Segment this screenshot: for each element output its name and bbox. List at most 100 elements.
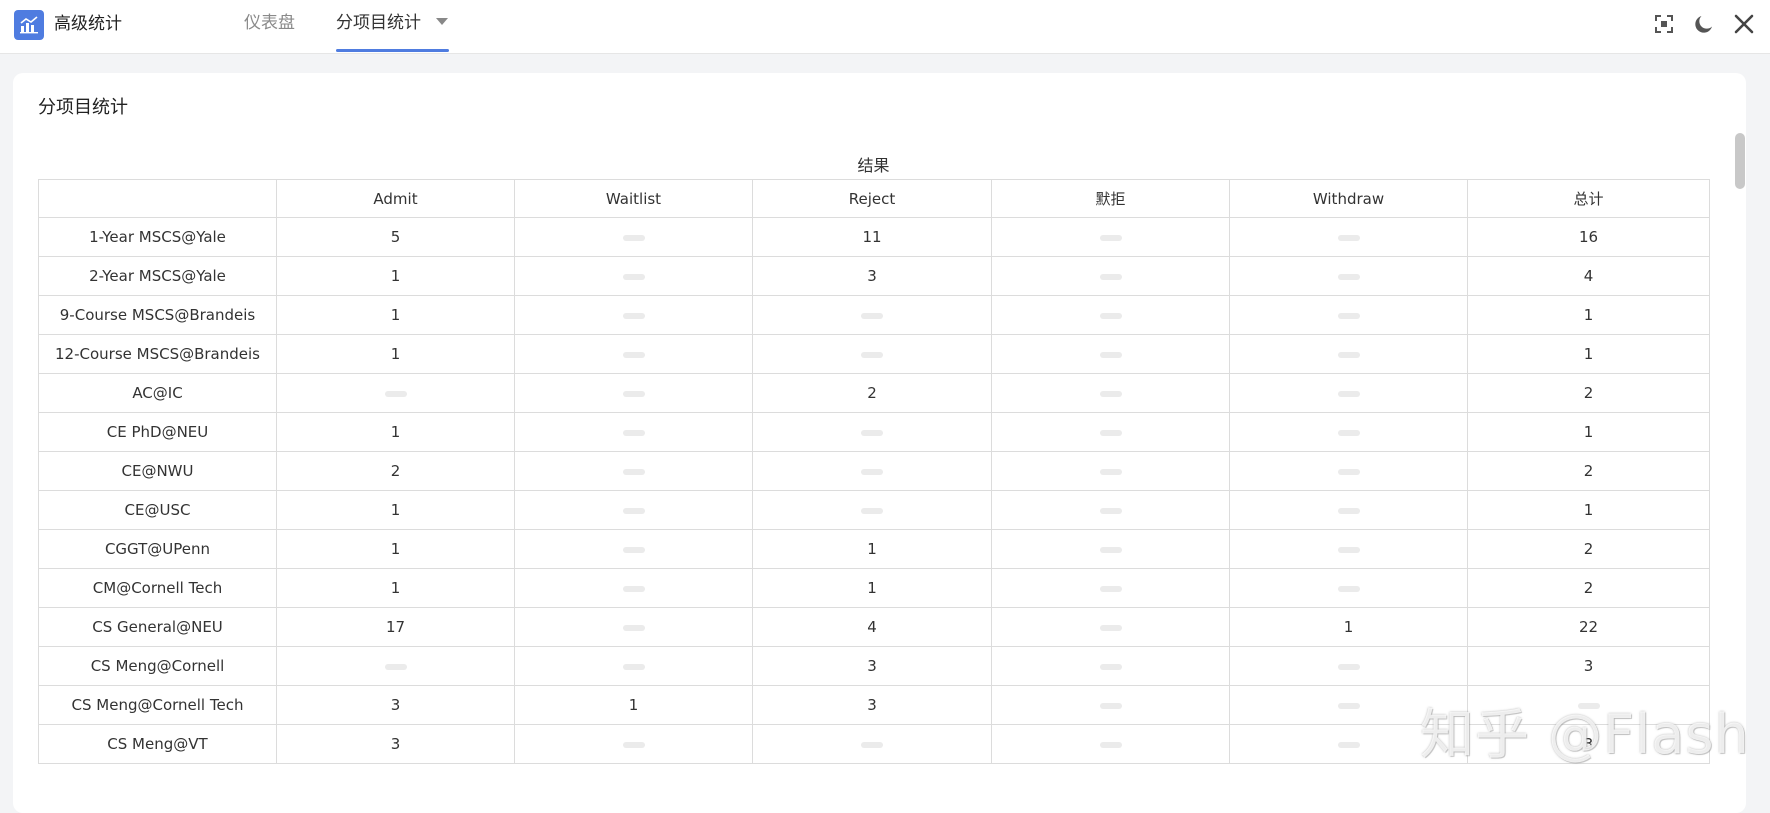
empty-placeholder — [622, 624, 645, 631]
empty-placeholder — [861, 351, 883, 358]
table-cell: 3 — [1467, 646, 1710, 686]
empty-placeholder — [1337, 546, 1360, 553]
empty-placeholder — [1099, 390, 1122, 397]
table-cell: 3 — [752, 256, 992, 296]
empty-placeholder — [1337, 741, 1360, 748]
empty-placeholder — [861, 507, 883, 514]
table-cell — [1229, 334, 1468, 374]
table-row: CE@NWU 2 2 — [38, 451, 1710, 491]
row-label: CS Meng@Cornell — [38, 646, 277, 686]
table-cell — [1229, 451, 1468, 491]
empty-placeholder — [1337, 702, 1360, 709]
row-label: 1-Year MSCS@Yale — [38, 217, 277, 257]
table-cell: 2 — [276, 451, 515, 491]
empty-placeholder — [861, 468, 883, 475]
table-cell — [1229, 490, 1468, 530]
table-cell: 1 — [276, 490, 515, 530]
table-row: CGGT@UPenn 1 1 2 — [38, 529, 1710, 569]
empty-placeholder — [1337, 663, 1360, 670]
row-label: 12-Course MSCS@Brandeis — [38, 334, 277, 374]
table-row: CE PhD@NEU 1 1 — [38, 412, 1710, 452]
table-cell — [514, 412, 753, 452]
table-cell — [991, 373, 1230, 413]
empty-placeholder — [1337, 507, 1360, 514]
table-cell: 1 — [1467, 295, 1710, 335]
table-cell — [991, 607, 1230, 647]
table-cell — [991, 724, 1230, 764]
table-cell — [991, 295, 1230, 335]
close-icon[interactable] — [1732, 12, 1756, 36]
empty-placeholder — [861, 429, 883, 436]
table-cell — [1229, 568, 1468, 608]
fullscreen-icon[interactable] — [1652, 12, 1676, 36]
table-cell — [514, 529, 753, 569]
table-cell — [514, 568, 753, 608]
empty-placeholder — [1337, 234, 1360, 241]
empty-placeholder — [622, 663, 645, 670]
scrollbar-thumb[interactable] — [1735, 133, 1745, 189]
empty-placeholder — [622, 546, 645, 553]
table-cell: 11 — [752, 217, 992, 257]
table-cell — [991, 568, 1230, 608]
empty-placeholder — [1099, 546, 1122, 553]
table-cell — [514, 217, 753, 257]
table-cell — [514, 724, 753, 764]
empty-placeholder — [1337, 273, 1360, 280]
table-cell: 16 — [1467, 217, 1710, 257]
table-cell: 1 — [276, 256, 515, 296]
table-cell — [514, 451, 753, 491]
table-cell: 1 — [276, 529, 515, 569]
table-cell: 1 — [1229, 607, 1468, 647]
table-cell: 1 — [514, 685, 753, 725]
table-row: AC@IC 2 2 — [38, 373, 1710, 413]
table-cell — [1229, 529, 1468, 569]
table-header-row: Admit Waitlist Reject 默拒 Withdraw 总计 — [38, 179, 1710, 218]
moon-icon[interactable] — [1692, 12, 1716, 36]
row-label: CS Meng@Cornell Tech — [38, 685, 277, 725]
table-cell — [276, 646, 515, 686]
empty-placeholder — [1337, 468, 1360, 475]
table-cell — [991, 490, 1230, 530]
table-cell — [514, 295, 753, 335]
empty-placeholder — [622, 234, 645, 241]
empty-placeholder — [384, 390, 407, 397]
table-cell — [276, 373, 515, 413]
table-cell — [752, 412, 992, 452]
table-cell: 17 — [276, 607, 515, 647]
table-row: CS Meng@Cornell 3 3 — [38, 646, 1710, 686]
table-cell — [991, 646, 1230, 686]
empty-placeholder — [622, 507, 645, 514]
column-header — [38, 179, 277, 218]
empty-placeholder — [622, 312, 645, 319]
table-cell: 1 — [752, 529, 992, 569]
empty-placeholder — [1099, 312, 1122, 319]
table-cell: 2 — [752, 373, 992, 413]
column-header: 默拒 — [991, 179, 1230, 218]
empty-placeholder — [861, 741, 883, 748]
table-cell — [514, 256, 753, 296]
tab-project-stats[interactable]: 分项目统计 — [336, 11, 421, 35]
empty-placeholder — [1099, 507, 1122, 514]
tab-dashboard[interactable]: 仪表盘 — [244, 11, 295, 35]
table-cell: 2 — [1467, 568, 1710, 608]
table-cell — [991, 451, 1230, 491]
column-header: Withdraw — [1229, 179, 1468, 218]
table-cell — [752, 451, 992, 491]
column-header: Admit — [276, 179, 515, 218]
table-cell — [752, 724, 992, 764]
table-row: CS General@NEU 17 4 1 22 — [38, 607, 1710, 647]
chevron-down-icon[interactable] — [436, 18, 448, 25]
empty-placeholder — [622, 468, 645, 475]
stats-table: Admit Waitlist Reject 默拒 Withdraw 总计 1-Year M… — [38, 179, 1710, 764]
table-cell: 22 — [1467, 607, 1710, 647]
row-label: CE@USC — [38, 490, 277, 530]
card-title: 分项目统计 — [38, 97, 128, 118]
table-cell: 1 — [276, 334, 515, 374]
table-cell — [514, 490, 753, 530]
empty-placeholder — [1099, 702, 1122, 709]
table-row: 2-Year MSCS@Yale 1 3 4 — [38, 256, 1710, 296]
row-label: AC@IC — [38, 373, 277, 413]
table-cell — [1229, 295, 1468, 335]
row-label: CS Meng@VT — [38, 724, 277, 764]
empty-placeholder — [1099, 624, 1122, 631]
